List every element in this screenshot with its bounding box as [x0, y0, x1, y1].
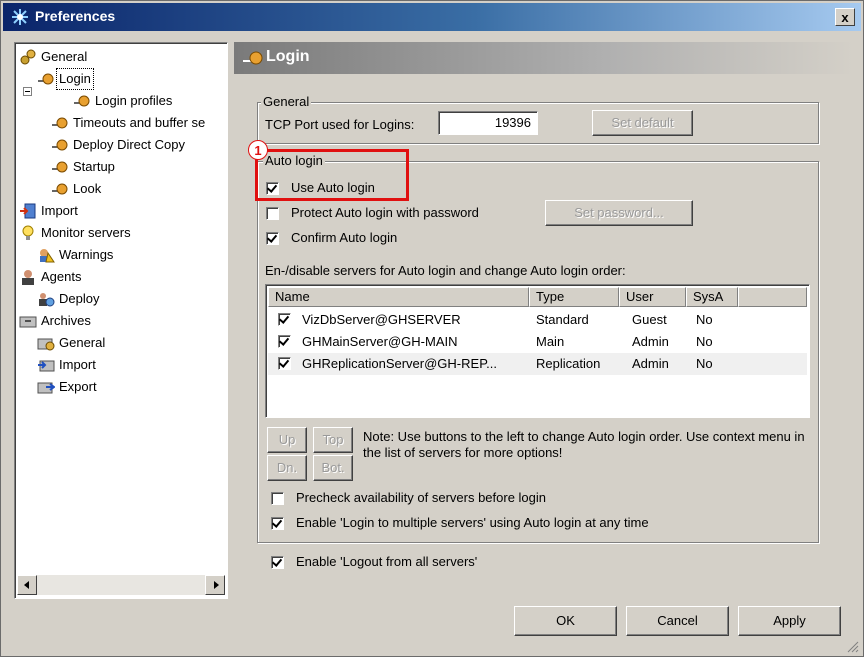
- tree-label: Export: [59, 379, 97, 394]
- logout-all-checkbox[interactable]: [271, 556, 284, 569]
- server-sysa: No: [696, 334, 713, 349]
- server-type: Standard: [536, 312, 589, 327]
- ok-button[interactable]: OK: [514, 606, 617, 636]
- panel-header: Login: [234, 42, 854, 74]
- server-type: Replication: [536, 356, 601, 371]
- server-name: VizDbServer@GHSERVER: [302, 312, 461, 327]
- tcp-port-input[interactable]: 19396: [438, 111, 538, 135]
- protect-auto-login-checkbox[interactable]: [266, 207, 279, 220]
- login-icon: [243, 51, 263, 65]
- login-icon: [38, 73, 54, 85]
- set-password-button[interactable]: Set password...: [545, 200, 693, 226]
- confirm-auto-login-checkbox[interactable]: [266, 232, 279, 245]
- tree-label: General: [59, 335, 106, 350]
- server-name: GHMainServer@GH-MAIN: [302, 334, 458, 349]
- order-note: Note: Use buttons to the left to change …: [363, 429, 805, 460]
- set-default-button[interactable]: Set default: [592, 110, 693, 136]
- tree-label: Agents: [41, 269, 82, 284]
- tree-label: Deploy: [59, 291, 100, 306]
- scroll-right-button[interactable]: [205, 575, 225, 595]
- server-sysa: No: [696, 356, 713, 371]
- preferences-tree: General Login Login profiles Timeouts an…: [14, 42, 228, 599]
- tree-label: Login: [56, 68, 94, 90]
- login-icon: [52, 161, 68, 173]
- collapse-toggle[interactable]: [23, 87, 32, 96]
- warnings-icon: [40, 249, 55, 263]
- precheck-label: Precheck availability of servers before …: [296, 490, 547, 505]
- tree-label: Deploy Direct Copy: [73, 137, 185, 152]
- tree-label: Login profiles: [95, 93, 173, 108]
- tree-label: Import: [59, 357, 96, 372]
- login-icon: [52, 183, 68, 195]
- tree-label: Look: [73, 181, 102, 196]
- archive-export-icon: [37, 382, 55, 394]
- column-user[interactable]: User: [619, 287, 686, 307]
- title-bar[interactable]: Preferences x: [3, 3, 861, 31]
- precheck-checkbox[interactable]: [271, 492, 284, 505]
- protect-auto-login-label: Protect Auto login with password: [291, 205, 479, 220]
- server-enable-checkbox[interactable]: [278, 357, 291, 370]
- tcp-port-label: TCP Port used for Logins:: [265, 117, 415, 132]
- servers-list-label: En-/disable servers for Auto login and c…: [265, 263, 626, 278]
- server-type: Main: [536, 334, 565, 349]
- table-row[interactable]: GHReplicationServer@GH-REP... Replicatio…: [268, 353, 807, 375]
- table-row[interactable]: GHMainServer@GH-MAIN Main Admin No: [268, 331, 807, 353]
- window-title: Preferences: [35, 8, 116, 24]
- step-badge: 1: [248, 140, 268, 160]
- server-user: Admin: [632, 334, 669, 349]
- column-filler: [738, 287, 807, 307]
- logout-all-label: Enable 'Logout from all servers': [296, 554, 478, 569]
- resize-grip-icon[interactable]: [847, 641, 859, 653]
- tree-label: General: [41, 49, 88, 64]
- enable-multi-login-checkbox[interactable]: [271, 517, 284, 530]
- archive-import-icon: [38, 360, 55, 372]
- server-enable-checkbox[interactable]: [278, 313, 291, 326]
- server-user: Admin: [632, 356, 669, 371]
- tree-label: Warnings: [59, 247, 114, 262]
- archive-general-icon: [37, 338, 55, 351]
- server-user: Guest: [632, 312, 667, 327]
- deploy-icon: [39, 293, 55, 307]
- lightbulb-icon: [22, 225, 34, 240]
- tree-label: Timeouts and buffer se: [73, 115, 206, 130]
- close-button[interactable]: x: [835, 8, 855, 26]
- move-down-button[interactable]: Dn.: [267, 455, 307, 481]
- column-type[interactable]: Type: [529, 287, 619, 307]
- gears-icon: [20, 49, 36, 65]
- login-icon: [52, 117, 68, 129]
- server-name: GHReplicationServer@GH-REP...: [302, 356, 498, 371]
- highlight-box: [255, 149, 409, 201]
- login-icon: [74, 95, 90, 107]
- archive-icon: [19, 316, 37, 328]
- right-arrow-icon: [214, 581, 219, 589]
- preferences-window: Preferences x General Login Login profil…: [0, 0, 864, 657]
- enable-multi-login-label: Enable 'Login to multiple servers' using…: [296, 515, 649, 530]
- panel-title: Login: [266, 48, 310, 65]
- scroll-left-button[interactable]: [17, 575, 37, 595]
- tree-label: Monitor servers: [41, 225, 131, 240]
- move-bottom-button[interactable]: Bot.: [313, 455, 353, 481]
- confirm-auto-login-label: Confirm Auto login: [291, 230, 398, 245]
- import-icon: [20, 203, 36, 219]
- tree-label: Archives: [41, 313, 91, 328]
- tree-label: Startup: [73, 159, 115, 174]
- column-name[interactable]: Name: [268, 287, 529, 307]
- move-top-button[interactable]: Top: [313, 427, 353, 453]
- tree-label: Import: [41, 203, 78, 218]
- agent-icon: [22, 270, 34, 285]
- left-arrow-icon: [24, 581, 29, 589]
- tree-horizontal-scrollbar[interactable]: [17, 575, 225, 595]
- server-sysa: No: [696, 312, 713, 327]
- servers-list[interactable]: Name Type User SysA VizDbServer@GHSERVER…: [265, 284, 810, 418]
- cancel-button[interactable]: Cancel: [626, 606, 729, 636]
- apply-button[interactable]: Apply: [738, 606, 841, 636]
- preferences-icon: [12, 9, 28, 25]
- server-enable-checkbox[interactable]: [278, 335, 291, 348]
- table-row[interactable]: VizDbServer@GHSERVER Standard Guest No: [268, 309, 807, 331]
- move-up-button[interactable]: Up: [267, 427, 307, 453]
- column-sysa[interactable]: SysA: [686, 287, 738, 307]
- general-group-label: General: [261, 94, 312, 109]
- login-icon: [52, 139, 68, 151]
